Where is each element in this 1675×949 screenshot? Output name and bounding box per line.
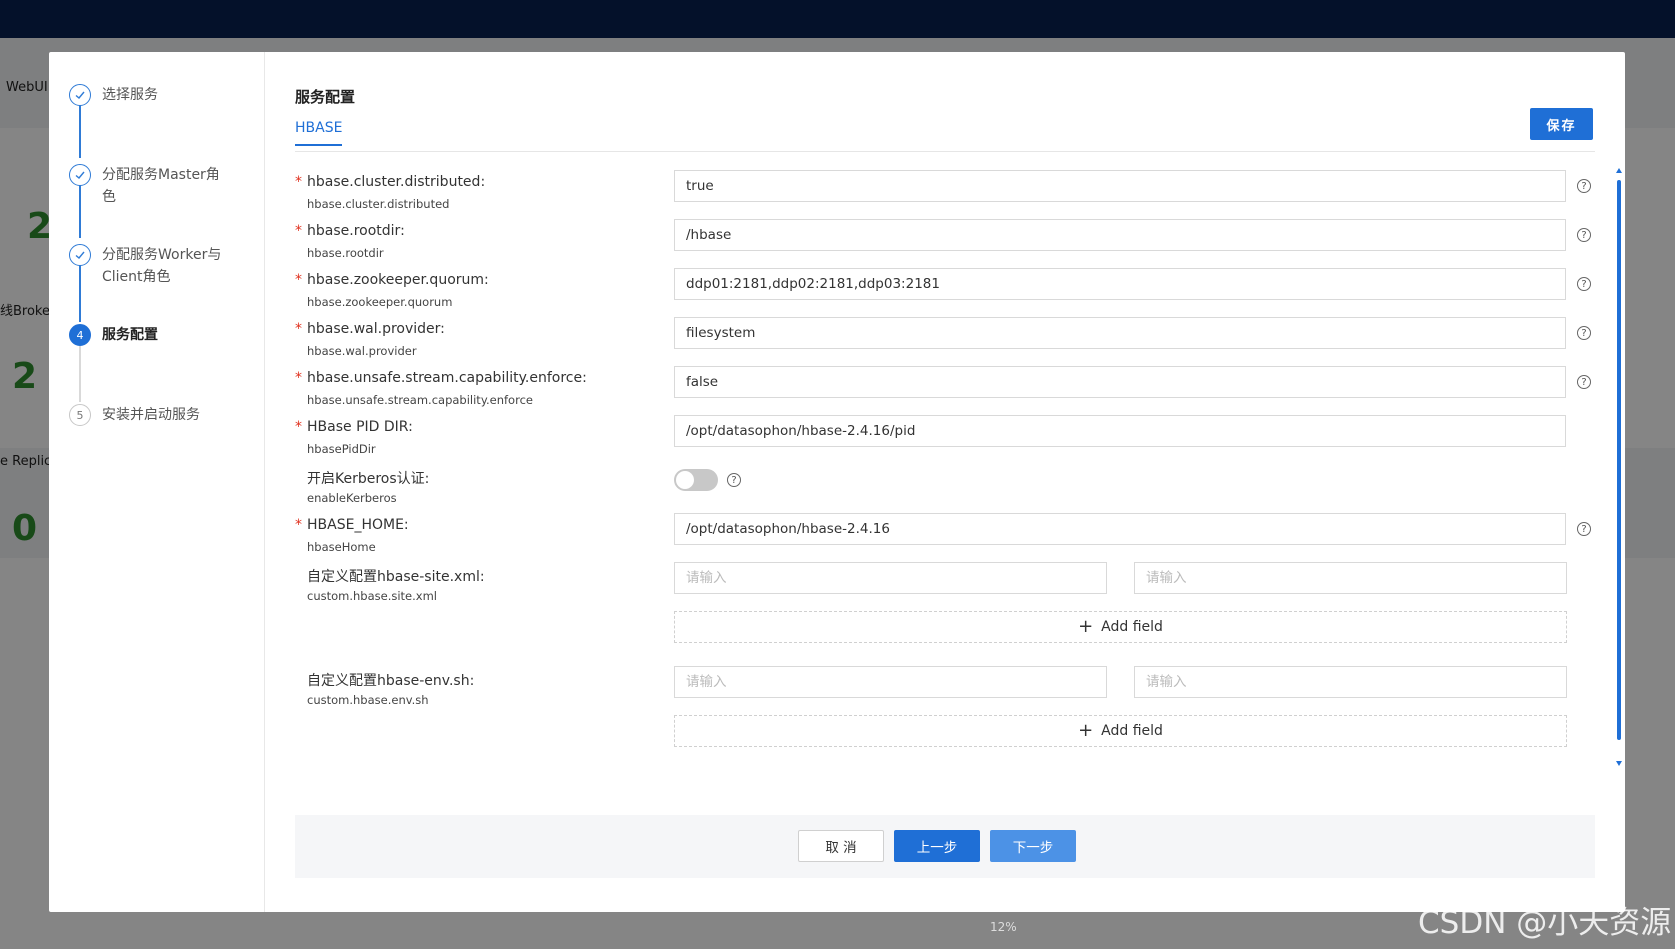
field-key: hbase.cluster.distributed [307,197,450,211]
previous-step-button[interactable]: 上一步 [894,830,980,862]
plus-icon: + [1078,720,1094,741]
step-label: 服务配置 [102,327,158,343]
custom-env-value-input[interactable] [1134,666,1567,698]
scroll-down-icon[interactable] [1616,761,1622,766]
save-button[interactable]: 保存 [1530,108,1593,140]
hbase-unsafe-stream-capability-input[interactable] [674,366,1566,398]
page-title: 服务配置 [295,88,356,106]
step-label: 安装并启动服务 [102,407,200,423]
field-label: * hbase.rootdir: [295,223,405,239]
step-assign-worker: 分配服务Worker与Client角色 [69,244,227,288]
toggle-knob [676,471,694,489]
required-mark: * [295,370,302,386]
hbase-zookeeper-quorum-input[interactable] [674,268,1566,300]
field-key: hbase.unsafe.stream.capability.enforce [307,393,533,407]
help-icon[interactable]: ? [1577,228,1591,242]
field-key: hbasePidDir [307,442,376,456]
help-icon[interactable]: ? [1577,179,1591,193]
steps-panel: 选择服务 分配服务Master角色 分配服务Worker与Client角色 4 … [49,52,265,912]
cancel-button[interactable]: 取 消 [798,830,884,862]
required-mark: * [295,517,302,533]
help-icon[interactable]: ? [1577,326,1591,340]
field-key: hbaseHome [307,540,376,554]
plus-icon: + [1078,616,1094,637]
field-key: hbase.zookeeper.quorum [307,295,453,309]
help-icon[interactable]: ? [727,473,741,487]
custom-env-key-input[interactable] [674,666,1107,698]
required-mark: * [295,321,302,337]
step-install-start: 5 安装并启动服务 [69,404,227,426]
field-label: 自定义配置hbase-site.xml: [307,569,485,585]
config-content: 服务配置 HBASE 保存 * hbase.cluster.distributed… [295,52,1625,912]
modal-footer: 取 消 上一步 下一步 [295,815,1595,878]
tab-divider [295,151,1595,152]
custom-site-key-input[interactable] [674,562,1107,594]
step-select-service: 选择服务 [69,84,227,106]
required-mark: * [295,223,302,239]
help-icon[interactable]: ? [1577,522,1591,536]
field-label: 自定义配置hbase-env.sh: [307,673,475,689]
step-number-badge: 4 [69,324,91,346]
add-field-button[interactable]: + Add field [674,715,1567,747]
field-label: * hbase.cluster.distributed: [295,174,486,190]
field-label: * hbase.unsafe.stream.capability.enforce: [295,370,587,386]
field-label: * hbase.wal.provider: [295,321,445,337]
app-top-bar [0,0,1675,38]
field-key: custom.hbase.site.xml [307,589,437,603]
field-key: hbase.rootdir [307,246,384,260]
required-mark: * [295,272,302,288]
step-label: 选择服务 [102,87,158,103]
scroll-up-icon[interactable] [1616,168,1622,173]
kerberos-toggle[interactable] [674,469,718,491]
field-label: * HBASE_HOME: [295,517,409,533]
config-form: * hbase.cluster.distributed: hbase.cluste… [295,162,1607,820]
check-icon [69,244,91,266]
check-icon [69,84,91,106]
field-key: custom.hbase.env.sh [307,693,429,707]
check-icon [69,164,91,186]
hbase-pid-dir-input[interactable] [674,415,1566,447]
field-label: 开启Kerberos认证: [307,471,430,487]
hbase-rootdir-input[interactable] [674,219,1566,251]
add-field-button[interactable]: + Add field [674,611,1567,643]
field-label: * HBase PID DIR: [295,419,413,435]
step-label: 分配服务Worker与Client角色 [102,247,222,285]
hbase-cluster-distributed-input[interactable] [674,170,1566,202]
background-axis-label: 12% [990,920,1017,934]
field-key: enableKerberos [307,491,397,505]
required-mark: * [295,419,302,435]
service-config-modal: 选择服务 分配服务Master角色 分配服务Worker与Client角色 4 … [49,52,1625,912]
step-label: 分配服务Master角色 [102,167,220,205]
hbase-home-input[interactable] [674,513,1566,545]
help-icon[interactable]: ? [1577,375,1591,389]
next-step-button[interactable]: 下一步 [990,830,1076,862]
tab-hbase[interactable]: HBASE [295,120,343,146]
step-number-badge: 5 [69,404,91,426]
field-key: hbase.wal.provider [307,344,417,358]
custom-site-value-input[interactable] [1134,562,1567,594]
form-scrollbar[interactable] [1616,168,1622,768]
required-mark: * [295,174,302,190]
step-connector [79,346,81,402]
field-label: * hbase.zookeeper.quorum: [295,272,489,288]
step-assign-master: 分配服务Master角色 [69,164,227,208]
help-icon[interactable]: ? [1577,277,1591,291]
step-connector [79,102,81,158]
hbase-wal-provider-input[interactable] [674,317,1566,349]
scrollbar-thumb[interactable] [1617,180,1621,740]
step-service-config: 4 服务配置 [69,324,227,346]
watermark: CSDN @小天资源 [1418,905,1672,941]
